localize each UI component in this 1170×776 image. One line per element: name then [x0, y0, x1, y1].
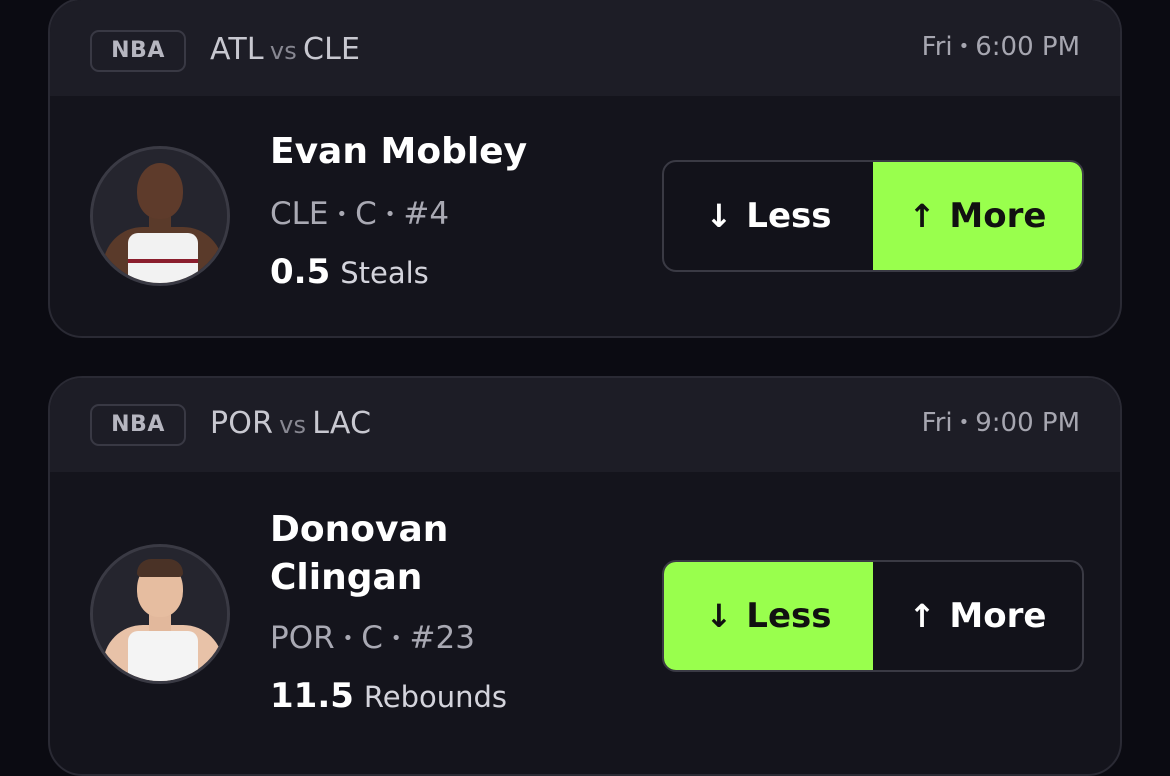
team-b: CLE	[302, 32, 361, 67]
prop-card: NBA POR vs LAC Fri • 9:00 PM Donovan Clingan…	[48, 376, 1122, 776]
more-button[interactable]: ↑ More	[873, 162, 1082, 270]
game-day: Fri	[921, 408, 953, 438]
more-label: More	[949, 596, 1047, 636]
separator-dot: •	[958, 412, 970, 433]
less-label: Less	[746, 196, 832, 236]
matchup: POR vs LAC	[210, 406, 371, 441]
player-name: Donovan Clingan	[270, 509, 449, 598]
arrow-up-icon: ↑	[908, 197, 936, 235]
player-number: #4	[403, 196, 450, 232]
less-label: Less	[746, 596, 832, 636]
separator-dot: •	[336, 204, 348, 225]
separator-dot: •	[390, 628, 402, 649]
line-value: 0.5	[270, 252, 331, 292]
arrow-down-icon: ↓	[705, 597, 733, 635]
prop-line: 11.5 Rebounds	[270, 676, 507, 716]
line-stat: Rebounds	[363, 680, 508, 714]
less-more-toggle: ↓ Less ↑ More	[662, 560, 1084, 672]
team-a: ATL	[210, 32, 264, 67]
arrow-up-icon: ↑	[908, 597, 936, 635]
card-header: NBA ATL vs CLE Fri • 6:00 PM	[50, 0, 1120, 96]
player-position: C	[355, 196, 377, 232]
more-label: More	[949, 196, 1047, 236]
prop-card: NBA ATL vs CLE Fri • 6:00 PM Evan Mobley CLE…	[48, 0, 1122, 338]
more-button[interactable]: ↑ More	[873, 562, 1082, 670]
player-team: CLE	[270, 196, 329, 232]
game-day: Fri	[921, 32, 953, 62]
vs-label: vs	[269, 37, 297, 65]
team-b: LAC	[312, 406, 372, 441]
player-team: POR	[270, 620, 335, 656]
game-time: Fri • 9:00 PM	[922, 408, 1080, 438]
prop-line: 0.5 Steals	[270, 252, 429, 292]
card-header: NBA POR vs LAC Fri • 9:00 PM	[50, 378, 1120, 472]
separator-dot: •	[342, 628, 354, 649]
vs-label: vs	[279, 411, 307, 439]
player-position: C	[361, 620, 383, 656]
league-badge: NBA	[90, 404, 186, 446]
less-more-toggle: ↓ Less ↑ More	[662, 160, 1084, 272]
player-number: #23	[409, 620, 475, 656]
league-badge: NBA	[90, 30, 186, 72]
line-stat: Steals	[340, 256, 429, 290]
game-clock: 9:00 PM	[975, 408, 1080, 438]
separator-dot: •	[958, 36, 970, 57]
separator-dot: •	[384, 204, 396, 225]
arrow-down-icon: ↓	[705, 197, 733, 235]
line-value: 11.5	[270, 676, 354, 716]
less-button[interactable]: ↓ Less	[664, 562, 873, 670]
matchup: ATL vs CLE	[210, 32, 360, 67]
player-meta: CLE • C • #4	[270, 196, 449, 232]
player-meta: POR • C • #23	[270, 620, 475, 656]
game-time: Fri • 6:00 PM	[922, 32, 1080, 62]
less-button[interactable]: ↓ Less	[664, 162, 873, 270]
player-avatar	[90, 544, 230, 684]
team-a: POR	[210, 406, 274, 441]
player-name: Evan Mobley	[270, 131, 528, 172]
player-avatar	[90, 146, 230, 286]
game-clock: 6:00 PM	[975, 32, 1080, 62]
